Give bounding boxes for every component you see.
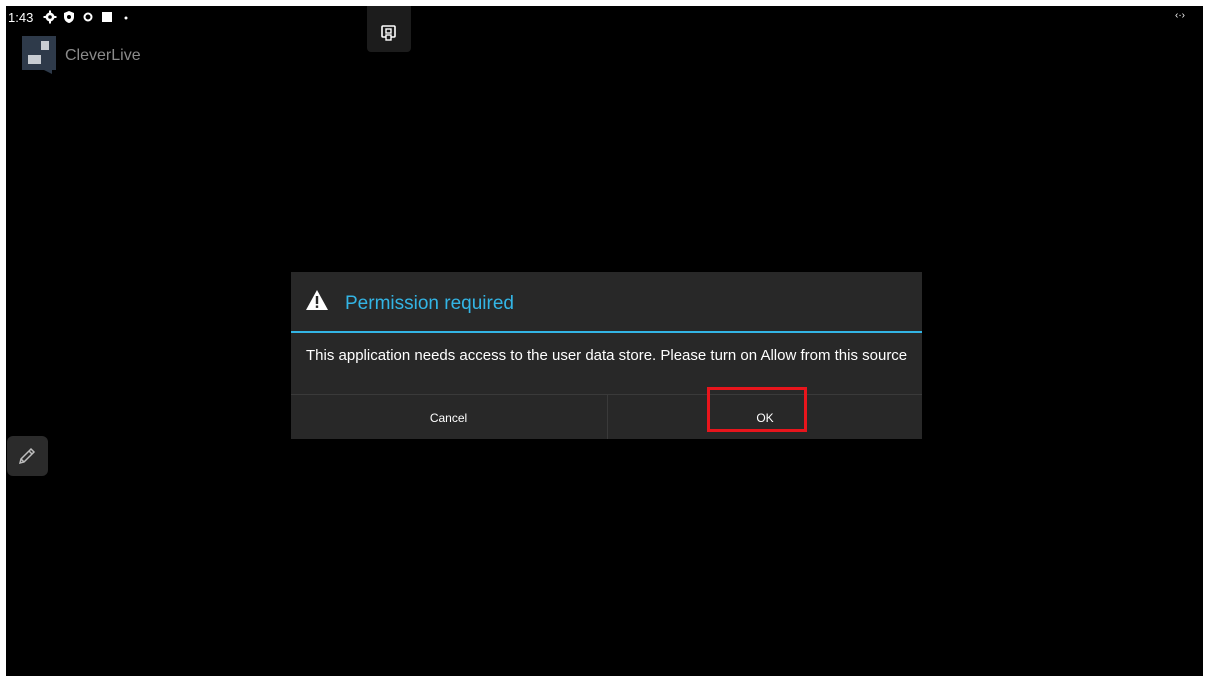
gear-icon <box>43 10 57 24</box>
dialog-title: Permission required <box>345 293 514 314</box>
cancel-button[interactable]: Cancel <box>291 395 606 439</box>
screen-record-icon <box>381 25 396 41</box>
status-time: 1:43 <box>8 10 34 25</box>
dialog-header: Permission required <box>291 272 922 333</box>
shield-icon <box>64 11 74 23</box>
status-bar: 1:43 ‹·› <box>6 6 1203 28</box>
code-arrows-icon: ‹·› <box>1175 10 1185 21</box>
device-screen: 1:43 ‹·› CleverLive Permission required … <box>6 6 1203 676</box>
square-icon <box>102 12 112 22</box>
dot-icon <box>124 16 128 20</box>
permission-dialog: Permission required This application nee… <box>291 272 922 439</box>
circle-icon <box>83 12 93 22</box>
warning-icon <box>306 290 328 310</box>
app-name: CleverLive <box>65 47 141 64</box>
pencil-icon <box>18 447 36 465</box>
screen-record-button[interactable] <box>367 6 411 52</box>
dialog-button-bar: Cancel OK <box>291 394 922 439</box>
ok-button[interactable]: OK <box>607 395 922 439</box>
edit-button[interactable] <box>7 436 48 476</box>
clever-logo-icon[interactable] <box>22 36 56 74</box>
dialog-message: This application needs access to the use… <box>306 347 908 364</box>
